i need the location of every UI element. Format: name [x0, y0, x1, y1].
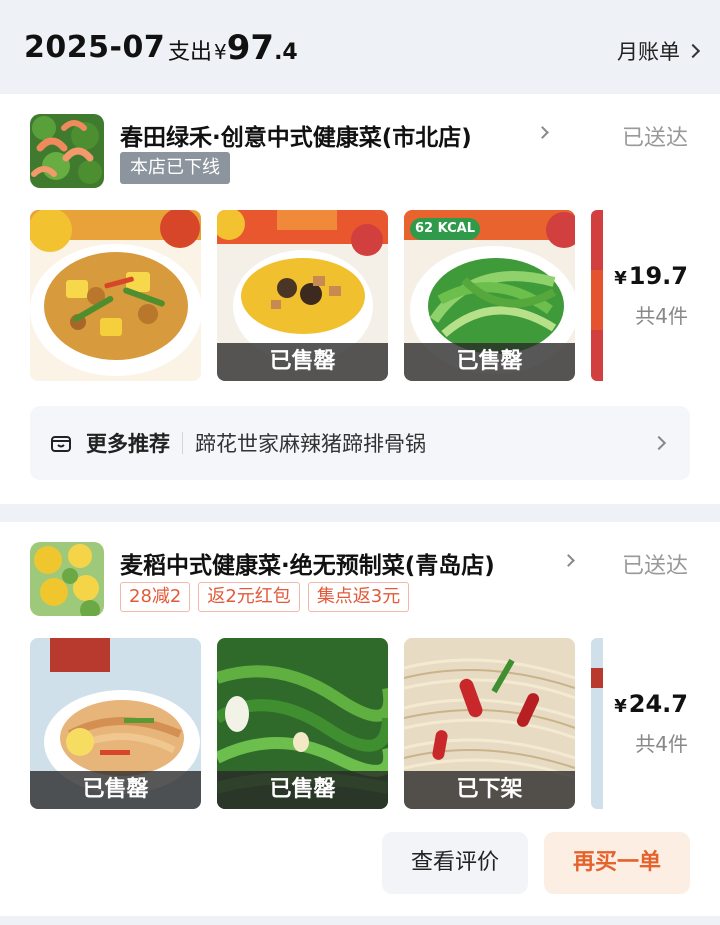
- monthly-spend: 支出 ¥ 97 .4: [168, 28, 298, 68]
- order-price: ¥24.7 共4件: [614, 690, 688, 757]
- order-price: ¥19.7 共4件: [614, 262, 688, 329]
- view-review-button[interactable]: 查看评价: [382, 832, 528, 894]
- dish-thumbnail[interactable]: 已售罄: [217, 638, 388, 809]
- sold-out-overlay: 已售罄: [30, 771, 201, 809]
- order-card[interactable]: 麦稻中式健康菜·绝无预制菜(青岛店) 已送达 28减2 返2元红包 集点返3元 …: [0, 522, 720, 916]
- delivery-status: 已送达: [621, 554, 688, 579]
- promo-tag: 集点返3元: [307, 582, 410, 612]
- spend-label: 支出: [168, 40, 213, 65]
- store-name[interactable]: 麦稻中式健康菜·绝无预制菜(青岛店): [120, 546, 495, 580]
- dish-thumbnail[interactable]: [30, 210, 201, 381]
- store-logo[interactable]: [30, 114, 104, 188]
- price-value: 19.7: [628, 262, 688, 290]
- store-name[interactable]: 春田绿禾·创意中式健康菜(市北店): [120, 118, 472, 152]
- recommended-store[interactable]: 蹄花世家麻辣猪蹄排骨锅: [195, 428, 654, 458]
- order-card[interactable]: 春田绿禾·创意中式健康菜(市北店) 已送达 本店已下线 已售罄 62 KCAL …: [0, 94, 720, 504]
- month-header: 2025-07 支出 ¥ 97 .4 月账单: [0, 0, 720, 94]
- item-count: 共4件: [635, 304, 688, 328]
- currency-symbol: ¥: [214, 40, 227, 64]
- dish-thumbnail[interactable]: 已售罄: [30, 638, 201, 809]
- reorder-button[interactable]: 再买一单: [544, 832, 690, 894]
- monthly-bill-label: 月账单: [617, 40, 680, 64]
- store-icon: [51, 436, 71, 452]
- sold-out-overlay: 已售罄: [217, 343, 388, 381]
- spend-amount-decimal: .4: [274, 40, 298, 65]
- recommendation-bar[interactable]: 更多推荐 蹄花世家麻辣猪蹄排骨锅: [30, 406, 690, 480]
- more-dishes-edge: [591, 210, 603, 381]
- promo-tag: 28减2: [120, 582, 191, 612]
- chevron-right-icon: [651, 435, 667, 451]
- item-count: 共4件: [635, 732, 688, 756]
- store-logo[interactable]: [30, 542, 104, 616]
- monthly-bill-link[interactable]: 月账单: [617, 36, 701, 66]
- chevron-right-icon: [536, 126, 549, 139]
- price-currency: ¥: [614, 268, 627, 289]
- calorie-badge: 62 KCAL: [415, 221, 475, 236]
- store-offline-badge: 本店已下线: [120, 152, 230, 184]
- chevron-right-icon: [685, 43, 701, 59]
- dish-thumbnail[interactable]: 62 KCAL 已售罄: [404, 210, 575, 381]
- month-label[interactable]: 2025-07: [24, 30, 165, 65]
- price-currency: ¥: [614, 696, 627, 717]
- sold-out-overlay: 已售罄: [404, 343, 575, 381]
- sold-out-overlay: 已售罄: [217, 771, 388, 809]
- dish-thumbnails[interactable]: 已售罄 62 KCAL 已售罄: [30, 210, 603, 381]
- removed-overlay: 已下架: [404, 771, 575, 809]
- divider: [182, 432, 183, 454]
- promo-tags: 28减2 返2元红包 集点返3元: [120, 582, 410, 612]
- recommendation-label: 更多推荐: [86, 432, 170, 456]
- more-dishes-edge: [591, 638, 603, 809]
- spend-amount-integer: 97: [226, 28, 275, 68]
- dish-thumbnail[interactable]: 已下架: [404, 638, 575, 809]
- dish-thumbnail[interactable]: 已售罄: [217, 210, 388, 381]
- delivery-status: 已送达: [621, 126, 688, 151]
- price-value: 24.7: [628, 690, 688, 718]
- chevron-right-icon: [562, 554, 575, 567]
- dish-thumbnails[interactable]: 已售罄 已售罄 已下架: [30, 638, 603, 809]
- promo-tag: 返2元红包: [198, 582, 300, 612]
